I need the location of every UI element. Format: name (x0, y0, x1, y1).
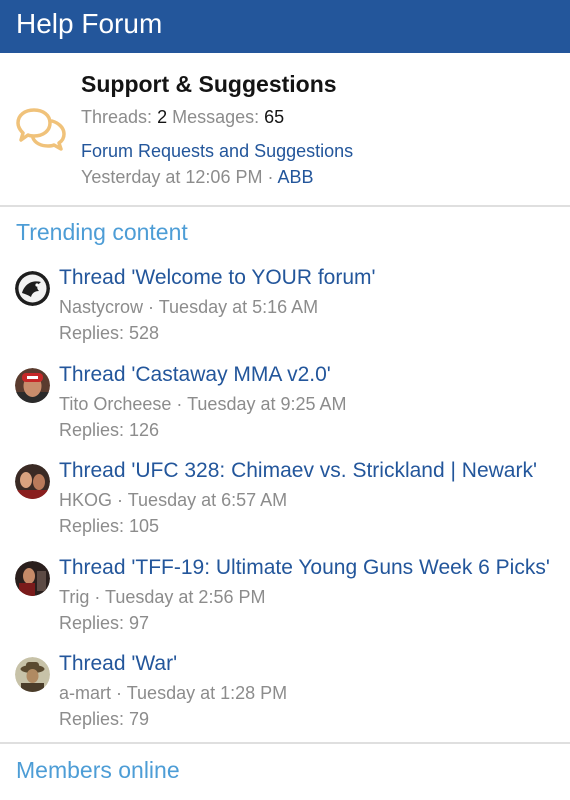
forum-title[interactable]: Support & Suggestions (81, 70, 337, 98)
thread-meta: Trig · Tuesday at 2:56 PM (59, 586, 265, 608)
thread-time: Tuesday at 9:25 AM (187, 394, 347, 414)
thread-meta: HKOG · Tuesday at 6:57 AM (59, 489, 287, 511)
avatar[interactable] (15, 561, 50, 596)
thread-title[interactable]: Thread 'TFF-19: Ultimate Young Guns Week… (59, 555, 550, 581)
thread-replies: Replies: 528 (59, 323, 160, 343)
avatar[interactable] (15, 464, 50, 499)
thread-item[interactable]: Thread 'UFC 328: Chimaev vs. Strickland … (0, 458, 570, 554)
avatar[interactable] (15, 657, 50, 692)
thread-title[interactable]: Thread 'Castaway MMA v2.0' (59, 362, 331, 388)
thread-author[interactable]: Tito Orcheese (59, 394, 171, 414)
thread-item[interactable]: Thread 'War' a-mart · Tuesday at 1:28 PM… (0, 651, 570, 747)
meta-separator: · (117, 490, 124, 510)
thread-replies: Replies: 105 (59, 516, 160, 536)
meta-separator: · (148, 297, 155, 317)
thread-meta: Tito Orcheese · Tuesday at 9:25 AM (59, 393, 347, 415)
messages-count: 65 (264, 107, 285, 127)
thread-time: Tuesday at 1:28 PM (126, 683, 288, 703)
members-online-title[interactable]: Members online (16, 756, 180, 784)
thread-meta: Nastycrow · Tuesday at 5:16 AM (59, 296, 318, 318)
latest-time: Yesterday at 12:06 PM (81, 167, 263, 187)
thread-author[interactable]: Nastycrow (59, 297, 143, 317)
thread-item[interactable]: Thread 'Castaway MMA v2.0' Tito Orcheese… (0, 362, 570, 458)
thread-author[interactable]: a-mart (59, 683, 111, 703)
thread-time: Tuesday at 6:57 AM (127, 490, 288, 510)
thread-meta: a-mart · Tuesday at 1:28 PM (59, 682, 287, 704)
meta-separator: · (176, 394, 183, 414)
forum-node[interactable]: Support & Suggestions Threads: 2 Message… (0, 53, 570, 207)
thread-item[interactable]: Thread 'TFF-19: Ultimate Young Guns Week… (0, 555, 570, 651)
thread-title[interactable]: Thread 'War' (59, 651, 177, 677)
divider (0, 205, 570, 207)
forum-stats: Threads: 2 Messages: 65 (81, 106, 284, 128)
avatar[interactable] (15, 271, 50, 306)
thread-item[interactable]: Thread 'Welcome to YOUR forum' Nastycrow… (0, 265, 570, 361)
thread-time: Tuesday at 5:16 AM (158, 297, 319, 317)
thread-replies: Replies: 126 (59, 420, 160, 440)
meta-separator: · (267, 167, 274, 187)
meta-separator: · (116, 683, 123, 703)
latest-thread-link[interactable]: Forum Requests and Suggestions (81, 140, 353, 162)
threads-count: 2 (157, 107, 168, 127)
speech-bubbles-icon (16, 108, 66, 151)
page-title: Help Forum (16, 8, 163, 39)
latest-meta: Yesterday at 12:06 PM · ABB (81, 166, 314, 188)
messages-label: Messages: (172, 107, 260, 127)
divider (0, 742, 570, 744)
meta-separator: · (94, 587, 101, 607)
avatar[interactable] (15, 368, 50, 403)
thread-replies: Replies: 79 (59, 709, 150, 729)
thread-replies: Replies: 97 (59, 613, 150, 633)
trending-title[interactable]: Trending content (16, 218, 188, 246)
latest-user-link[interactable]: ABB (277, 167, 313, 187)
thread-author[interactable]: Trig (59, 587, 89, 607)
thread-title[interactable]: Thread 'Welcome to YOUR forum' (59, 265, 376, 291)
thread-author[interactable]: HKOG (59, 490, 112, 510)
app-header: Help Forum (0, 0, 570, 53)
thread-time: Tuesday at 2:56 PM (105, 587, 266, 607)
thread-title[interactable]: Thread 'UFC 328: Chimaev vs. Strickland … (59, 458, 537, 484)
threads-label: Threads: (81, 107, 153, 127)
